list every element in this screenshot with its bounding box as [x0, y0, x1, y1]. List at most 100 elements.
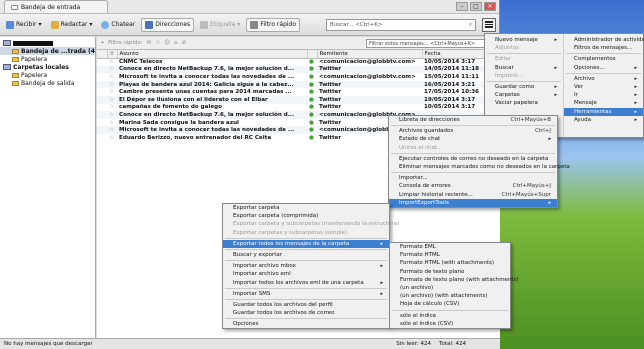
message-row[interactable]: ☆ campañas de fomento do galego ● Twitter 10…	[97, 104, 500, 112]
thread-cell	[97, 88, 107, 96]
minimize-button[interactable]: –	[456, 2, 468, 11]
menu-item-solo-el-indice-csv[interactable]: sólo el índice (CSV)	[390, 320, 510, 328]
menu-item-guardar-todos-los-archivos-del-perfil[interactable]: Guardar todos los archivos del perfil	[223, 301, 389, 309]
star-icon[interactable]: ☆	[107, 80, 117, 89]
unread-filter-icon[interactable]: ✉	[147, 40, 152, 46]
star-icon[interactable]: ☆	[107, 104, 117, 112]
menu-item-importar-todos-los-archivos-eml-de-una-carpeta[interactable]: Importar todos los archivos eml de una c…	[223, 279, 389, 287]
menu-item-consola-de-errores[interactable]: Consola de errores Ctrl+Mayús+J	[389, 182, 557, 190]
menu-item-eliminar-mensajes-marcados-como-no-deseados-en-la-carpeta[interactable]: Eliminar mensajes marcados como no desea…	[389, 163, 570, 171]
maximize-button[interactable]: □	[470, 2, 482, 11]
menu-item-herramientas[interactable]: Herramientas	[564, 107, 643, 116]
menu-item-solo-el-indice[interactable]: sólo el índice	[390, 312, 510, 320]
close-button[interactable]: ✕	[484, 2, 496, 11]
menu-item-formato-de-texto-plano-with-attachments[interactable]: Formato de texto plano (with attachments…	[390, 276, 519, 284]
menu-item-estado-de-chat[interactable]: Estado de chat	[389, 135, 557, 143]
menu-item-archivo[interactable]: Archivo	[564, 75, 643, 83]
attachment-filter-icon[interactable]: ⊘	[181, 40, 186, 46]
menu-item-buscar-y-exportar[interactable]: Buscar y exportar	[223, 251, 389, 259]
thread-column-header[interactable]	[97, 50, 108, 59]
menu-item-limpiar-historial-reciente[interactable]: Limpiar historial reciente... Ctrl+Mayús+…	[389, 191, 557, 199]
app-menu-button[interactable]	[482, 17, 496, 32]
menu-item-ver[interactable]: Ver	[564, 83, 643, 91]
menu-item-nuevo-mensaje[interactable]: Nuevo mensaje	[485, 36, 563, 44]
contact-filter-icon[interactable]: ☺	[164, 40, 170, 46]
search-input[interactable]: Buscar... <Ctrl+K> ⌕	[326, 18, 476, 31]
menu-item-archivos-guardados[interactable]: Archivos guardados Ctrl+J	[389, 127, 557, 135]
tag-filter-icon[interactable]: ⌂	[174, 40, 178, 46]
menu-item-formato-de-texto-plano[interactable]: Formato de texto plano	[390, 268, 510, 276]
account-row[interactable]	[0, 39, 95, 47]
message-row[interactable]: ☆ Conoce en directo NetBackup 7.6, la mej…	[97, 65, 500, 74]
menu-item-formato-html-with-attachments[interactable]: Formato HTML (with attachments)	[390, 259, 510, 267]
subject-column-header[interactable]: Asunto	[117, 50, 308, 59]
read-column-header[interactable]	[307, 50, 318, 59]
chatear-button[interactable]: Chatear	[98, 19, 138, 31]
menu-item-libreta-de-direcciones[interactable]: Libreta de direcciones Ctrl+Mayús+B	[389, 116, 557, 124]
menu-item-opciones[interactable]: Opciones...	[564, 64, 643, 72]
folder-item-bandeja-de-salida[interactable]: Bandeja de salida	[0, 79, 95, 87]
sender-column-header[interactable]: Remitente	[317, 50, 423, 59]
menu-item-mensaje[interactable]: Mensaje	[564, 99, 643, 107]
star-icon[interactable]: ☆	[107, 73, 117, 81]
menu-item-exportar-todos-los-mensajes-de-la-carpeta[interactable]: Exportar todos los mensajes de la carpet…	[223, 239, 389, 248]
menu-item-importar-archivo-eml[interactable]: Importar archivo eml	[223, 270, 389, 278]
menu-item-hoja-de-calculo-csv[interactable]: Hoja de cálculo (CSV)	[390, 300, 510, 308]
message-row[interactable]: ☆ CNMC Telecos ● <comunicacion@globbtv.com>…	[97, 58, 500, 66]
menu-item-importar-sms[interactable]: Importar SMS	[223, 290, 389, 298]
message-row[interactable]: ☆ Microsoft te invita a conocer todas las…	[97, 73, 500, 81]
star-icon[interactable]: ☆	[107, 126, 117, 134]
menu-separator	[391, 172, 555, 174]
menu-item-importar[interactable]: Importar...	[389, 174, 557, 182]
menu-item-guardar-como[interactable]: Guardar como	[485, 83, 563, 91]
direcciones-button[interactable]: Direcciones	[141, 17, 195, 32]
filtro-rapido-button[interactable]: Filtro rápido	[246, 17, 301, 32]
redactar-button[interactable]: Redactar ▾	[48, 19, 96, 31]
menu-item-ayuda[interactable]: Ayuda	[564, 116, 643, 124]
pin-icon[interactable]: ⌖	[101, 40, 104, 47]
menu-item-exportar-carpeta[interactable]: Exportar carpeta	[223, 204, 389, 212]
recibir-button[interactable]: Recibir ▾	[3, 19, 45, 31]
menu-item-imprimir: Imprimir...	[485, 72, 563, 80]
folder-item-papelera[interactable]: Papelera	[0, 71, 95, 79]
tab-inbox[interactable]: Bandeja de entrada	[4, 0, 108, 13]
menu-item-importexporttools[interactable]: ImportExportTools	[389, 198, 557, 207]
menu-item-buscar[interactable]: Buscar	[485, 64, 563, 72]
menu-item-vaciar-papelera[interactable]: Vaciar papelera	[485, 99, 563, 107]
filter-messages-input[interactable]: Filtrar estos mensajes... <Ctrl+Mayús+K>	[366, 38, 496, 48]
menu-item-formato-eml[interactable]: Formato EML	[390, 243, 510, 251]
menu-item-exportar-carpeta-comprimida[interactable]: Exportar carpeta (comprimida)	[223, 212, 389, 220]
star-column-header[interactable]: ☆	[107, 50, 118, 59]
folder-item-bandeja-de-trada-424[interactable]: Bandeja de ...trada (424)	[0, 47, 95, 55]
menu-item-opciones[interactable]: Opciones	[223, 320, 389, 328]
star-icon[interactable]: ☆	[107, 65, 117, 74]
star-icon[interactable]: ☆	[107, 88, 117, 96]
menu-item-ir[interactable]: Ir	[564, 91, 643, 99]
etiqueta-button[interactable]: Etiqueta ▾	[197, 19, 243, 31]
star-icon[interactable]: ☆	[107, 58, 117, 66]
message-row[interactable]: ☆ Cambre presenta unas cuentas para 2014 …	[97, 88, 500, 96]
message-subject: Conoce en directo NetBackup 7.6, la mejo…	[117, 111, 307, 119]
menu-item-carpetas[interactable]: Carpetas	[485, 91, 563, 99]
message-row[interactable]: ☆ El Dépor se ilusiona con el liderato co…	[97, 95, 500, 104]
menu-item-un-archivo-with-attachments[interactable]: (un archivo) (with attachments)	[390, 292, 510, 300]
folder-item-carpetas-locales[interactable]: Carpetas locales	[0, 63, 95, 71]
menu-item-filtros-de-mensajes[interactable]: Filtros de mensajes...	[564, 44, 643, 52]
menu-item-administrador-de-actividad[interactable]: Administrador de actividad	[564, 36, 644, 44]
star-icon[interactable]: ☆	[107, 95, 117, 104]
chevron-down-icon[interactable]: ▾	[39, 21, 42, 28]
message-row[interactable]: ☆ Playas de bandera azul 2014: Galicia si…	[97, 80, 500, 89]
unread-count: Sin leer: 424	[396, 341, 432, 347]
menu-item-un-archivo[interactable]: (un archivo)	[390, 284, 510, 292]
chevron-down-icon[interactable]: ▾	[89, 21, 92, 28]
star-icon[interactable]: ☆	[107, 134, 117, 142]
menu-item-complementos[interactable]: Complementos	[564, 55, 643, 63]
menu-item-formato-html[interactable]: Formato HTML	[390, 251, 510, 259]
menu-item-importar-archivo-mbox[interactable]: Importar archivo mbox	[223, 262, 389, 270]
star-filter-icon[interactable]: ☆	[155, 40, 160, 46]
menu-item-ejecutar-controles-de-correo-no-deseado-en-la-carpeta[interactable]: Ejecutar controles de correo no deseado …	[389, 155, 557, 163]
menu-item-guardar-todos-los-archivos-de-correo[interactable]: Guardar todos los archivos de correo	[223, 309, 389, 317]
star-icon[interactable]: ☆	[107, 119, 117, 127]
star-icon[interactable]: ☆	[107, 111, 117, 119]
folder-item-papelera[interactable]: Papelera	[0, 55, 95, 63]
